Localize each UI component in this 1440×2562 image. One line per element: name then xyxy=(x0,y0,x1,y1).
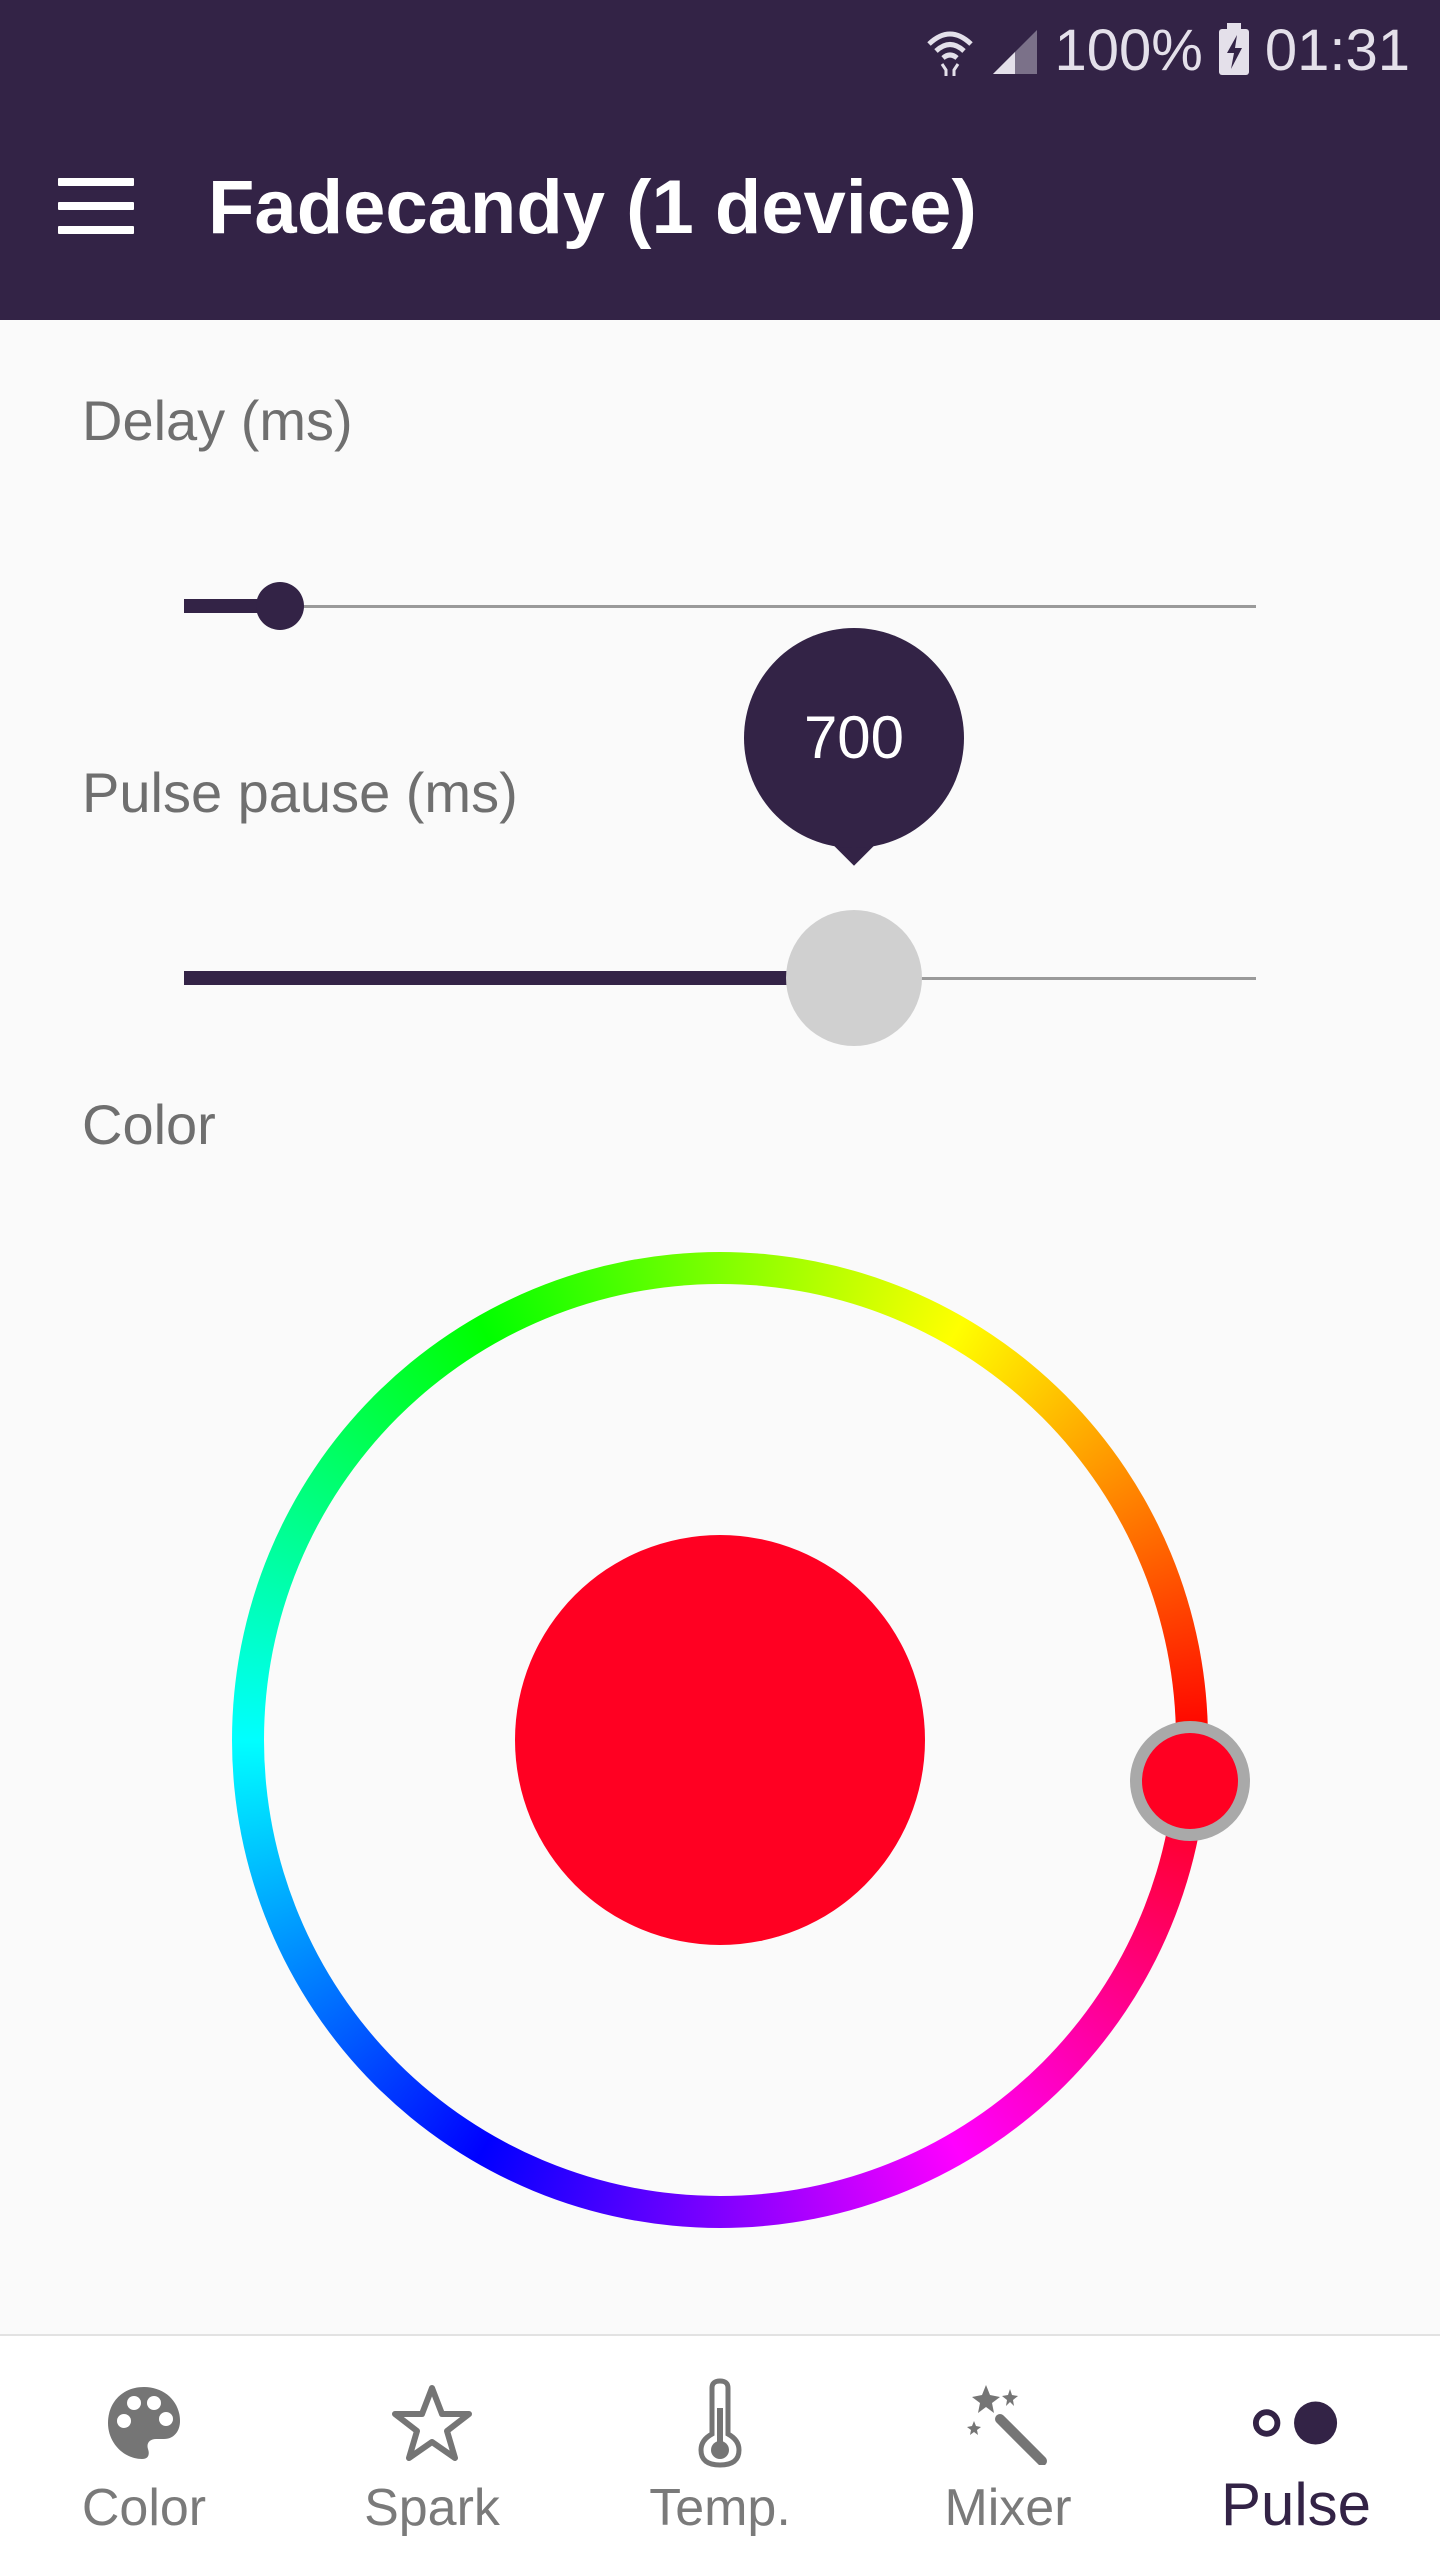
pulse-pause-slider-thumb[interactable] xyxy=(786,910,922,1046)
battery-charging-icon xyxy=(1218,23,1249,75)
nav-label-mixer: Mixer xyxy=(944,2479,1072,2537)
delay-label: Delay (ms) xyxy=(82,389,353,452)
status-icons: 100% 01:31 xyxy=(925,14,1410,86)
thermometer-icon xyxy=(675,2378,765,2468)
palette-icon xyxy=(99,2378,189,2468)
nav-label-color: Color xyxy=(81,2479,207,2537)
pulse-pause-slider-fill xyxy=(184,971,854,985)
delay-slider-track xyxy=(184,605,1256,608)
nav-item-pulse[interactable]: Pulse xyxy=(1152,2336,1440,2562)
magic-wand-icon xyxy=(963,2378,1053,2468)
nav-item-spark[interactable]: Spark xyxy=(288,2336,576,2562)
delay-slider-thumb[interactable] xyxy=(256,582,304,630)
selected-color-swatch[interactable] xyxy=(515,1535,925,1945)
pulse-pause-label: Pulse pause (ms) xyxy=(82,761,518,824)
bottom-navigation: Color Spark Temp. Mixer Pulse xyxy=(0,2334,1440,2562)
wifi-icon xyxy=(926,31,973,76)
nav-label-spark: Spark xyxy=(364,2479,500,2537)
nav-item-temp[interactable]: Temp. xyxy=(576,2336,864,2562)
nav-label-pulse: Pulse xyxy=(1220,2471,1372,2538)
page-title: Fadecandy (1 device) xyxy=(208,165,977,250)
clock: 01:31 xyxy=(1264,17,1410,83)
pulse-pause-slider[interactable] xyxy=(184,910,1256,1046)
status-bar: 100% 01:31 xyxy=(0,0,1440,100)
menu-icon[interactable] xyxy=(58,178,134,234)
hue-handle[interactable] xyxy=(1130,1721,1250,1841)
delay-slider[interactable] xyxy=(184,566,1256,646)
nav-label-temp: Temp. xyxy=(649,2479,791,2537)
nav-item-mixer[interactable]: Mixer xyxy=(864,2336,1152,2562)
top-bar: 100% 01:31 Fadecandy (1 device) xyxy=(0,0,1440,320)
pulse-pause-value-balloon: 700 xyxy=(744,628,964,898)
pulse-dots-icon xyxy=(1251,2378,1341,2468)
color-label: Color xyxy=(82,1093,216,1156)
star-icon xyxy=(387,2378,477,2468)
battery-percentage: 100% xyxy=(1054,17,1203,83)
color-wheel[interactable] xyxy=(232,1252,1250,2228)
signal-icon xyxy=(992,30,1037,74)
app-bar: Fadecandy (1 device) xyxy=(0,100,1440,320)
pulse-pause-value: 700 xyxy=(803,704,905,771)
nav-item-color[interactable]: Color xyxy=(0,2336,288,2562)
